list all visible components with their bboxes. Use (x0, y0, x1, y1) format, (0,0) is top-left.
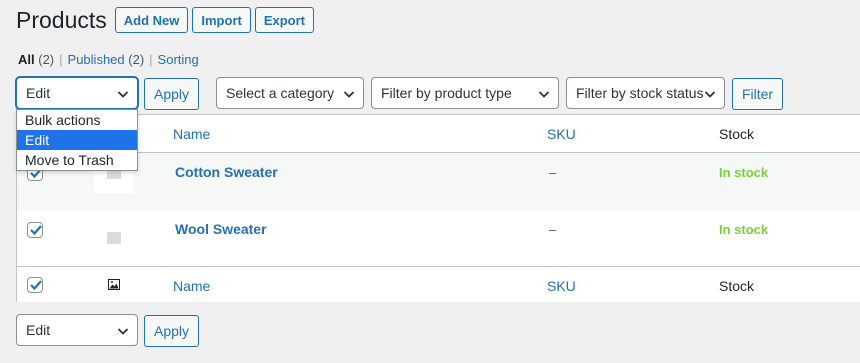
column-footer-sku[interactable]: SKU (547, 278, 576, 294)
import-button[interactable]: Import (192, 7, 251, 33)
bottom-bulk-action-select[interactable]: Edit (16, 314, 138, 346)
table-header: Name SKU Stock (17, 115, 860, 153)
title-row: Products Add New Import Export (16, 6, 318, 34)
export-button[interactable]: Export (254, 7, 315, 33)
bottom-apply-button[interactable]: Apply (144, 315, 199, 347)
stock-status-select[interactable]: Filter by stock status (566, 77, 725, 109)
product-sku: – (549, 165, 557, 180)
product-thumbnail[interactable] (94, 218, 134, 258)
filter-button[interactable]: Filter (732, 78, 783, 110)
bulk-option-edit[interactable]: Edit (17, 130, 137, 150)
products-table: Name SKU Stock Cotton Sweater – In stock… (16, 114, 860, 302)
checkmark-icon (30, 225, 42, 236)
view-published[interactable]: Published (68, 52, 125, 67)
image-icon (108, 279, 120, 290)
page-title: Products (16, 7, 107, 33)
column-footer-name[interactable]: Name (173, 278, 210, 294)
view-filters: All (2) | Published (2) | Sorting (18, 52, 199, 68)
table-footer: Name SKU Stock (17, 266, 860, 302)
select-all-checkbox[interactable] (27, 277, 43, 293)
stock-status-select-value: Filter by stock status (576, 85, 704, 101)
checkmark-icon (30, 280, 42, 291)
apply-button[interactable]: Apply (144, 78, 199, 110)
bulk-action-select[interactable]: Edit (16, 77, 138, 109)
view-separator: | (149, 52, 153, 67)
product-name-link[interactable]: Cotton Sweater (175, 164, 278, 180)
view-all-count: (2) (38, 52, 55, 67)
bulk-action-value: Edit (26, 85, 51, 101)
bulk-action-dropdown: Bulk actions Edit Move to Trash (16, 109, 138, 171)
table-row: Wool Sweater – In stock (17, 210, 860, 267)
product-sku: – (549, 222, 557, 237)
table-row: Cotton Sweater – In stock (17, 153, 860, 210)
stock-status: In stock (719, 222, 769, 237)
chevron-down-icon (704, 91, 716, 98)
view-sorting[interactable]: Sorting (158, 52, 199, 67)
image-placeholder-icon (107, 232, 121, 244)
column-header-stock: Stock (719, 126, 755, 142)
category-select[interactable]: Select a category (216, 77, 364, 109)
column-header-name[interactable]: Name (173, 126, 210, 142)
view-all[interactable]: All (18, 52, 35, 67)
bulk-option-move-to-trash[interactable]: Move to Trash (17, 150, 137, 170)
chevron-down-icon (117, 328, 129, 335)
column-header-sku[interactable]: SKU (547, 126, 576, 142)
stock-status: In stock (719, 165, 769, 180)
view-separator: | (59, 52, 63, 67)
bulk-option-bulk-actions[interactable]: Bulk actions (17, 110, 137, 130)
product-name-link[interactable]: Wool Sweater (175, 221, 267, 237)
chevron-down-icon (117, 91, 129, 98)
column-footer-stock: Stock (719, 278, 755, 294)
row-checkbox[interactable] (27, 222, 43, 238)
bottom-bulk-action-value: Edit (26, 322, 51, 338)
chevron-down-icon (343, 91, 355, 98)
category-select-value: Select a category (226, 85, 335, 101)
product-type-select-value: Filter by product type (381, 85, 512, 101)
chevron-down-icon (538, 91, 550, 98)
product-type-select[interactable]: Filter by product type (371, 77, 559, 109)
add-new-button[interactable]: Add New (114, 7, 189, 33)
view-published-count: (2) (128, 52, 145, 67)
